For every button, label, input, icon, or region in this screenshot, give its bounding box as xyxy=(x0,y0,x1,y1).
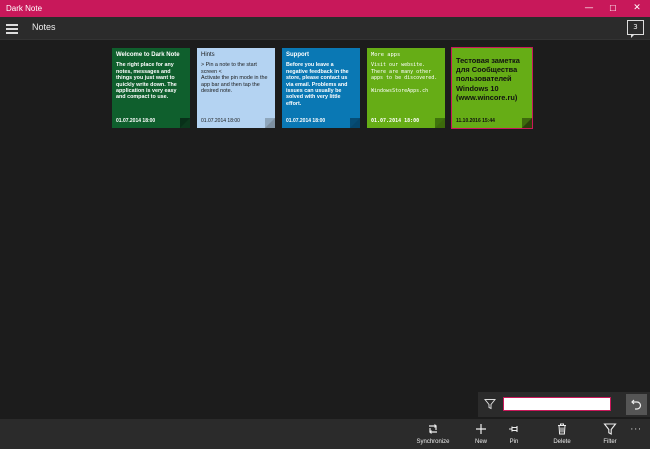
note-title: Hints xyxy=(201,52,215,58)
notification-count: 3 xyxy=(633,23,638,31)
minimize-button[interactable]: — xyxy=(578,0,600,17)
plus-icon xyxy=(476,424,486,434)
undo-button[interactable] xyxy=(626,394,647,415)
delete-label: Delete xyxy=(553,439,571,445)
filter-icon xyxy=(603,423,617,435)
app-header: Notes 3 xyxy=(0,17,650,40)
note-card[interactable]: Hints > Pin a note to the start screen <… xyxy=(197,48,275,128)
window-titlebar: Dark Note — ☐ ✕ xyxy=(0,0,650,17)
maximize-button[interactable]: ☐ xyxy=(602,0,624,17)
filter-button[interactable]: Filter xyxy=(590,422,630,445)
close-button[interactable]: ✕ xyxy=(626,0,648,17)
note-date: 01.07.2014 18:00 xyxy=(116,117,156,124)
page-curl-icon xyxy=(522,118,532,128)
filter-icon xyxy=(484,399,496,410)
note-card-selected[interactable]: Тестовая заметка для Сообщества пользова… xyxy=(451,47,533,129)
pin-icon xyxy=(509,426,518,432)
undo-icon xyxy=(631,399,642,410)
page-curl-icon xyxy=(435,118,445,128)
page-curl-icon xyxy=(265,118,275,128)
hamburger-menu-icon[interactable] xyxy=(6,24,18,34)
page-curl-icon xyxy=(350,118,360,128)
trash-icon xyxy=(558,423,566,435)
note-body: Before you leave a negative feedback in … xyxy=(286,62,349,107)
note-card[interactable]: Support Before you leave a negative feed… xyxy=(282,48,360,128)
note-body: Visit our website. There are many other … xyxy=(371,62,438,95)
note-title: Support xyxy=(286,52,309,58)
note-body: > Pin a note to the start screen < Activ… xyxy=(201,62,268,95)
sync-icon xyxy=(429,424,437,434)
note-date: 01.07.2014 18:00 xyxy=(286,117,326,124)
filter-input[interactable] xyxy=(503,397,611,411)
note-title: Welcome to Dark Note xyxy=(116,52,180,58)
note-body: Тестовая заметка для Сообщества пользова… xyxy=(456,56,520,102)
note-date: 11.10.2016 15:44 xyxy=(456,117,495,124)
note-date: 01.07.2014 18:00 xyxy=(201,117,240,124)
notification-badge-icon[interactable]: 3 xyxy=(627,20,644,38)
pin-label: Pin xyxy=(509,439,519,445)
command-bar: Synchronize New Pin Delete Filter ··· xyxy=(0,419,650,449)
note-card[interactable]: More apps Visit our website. There are m… xyxy=(367,48,445,128)
synchronize-button[interactable]: Synchronize xyxy=(413,422,453,445)
filter-label: Filter xyxy=(603,439,617,445)
note-date: 01.07.2014 18:00 xyxy=(371,117,420,124)
filter-bar xyxy=(478,392,650,417)
synchronize-label: Synchronize xyxy=(416,439,450,445)
note-body: The right place for any notes, messages … xyxy=(116,62,177,101)
page-curl-icon xyxy=(180,118,190,128)
delete-button[interactable]: Delete xyxy=(542,422,582,445)
window-title: Dark Note xyxy=(6,4,43,13)
pin-button[interactable]: Pin xyxy=(494,422,534,445)
note-card[interactable]: Welcome to Dark Note The right place for… xyxy=(112,48,190,128)
more-options-button[interactable]: ··· xyxy=(630,425,642,435)
note-title: More apps xyxy=(371,52,401,58)
page-title: Notes xyxy=(32,22,56,32)
